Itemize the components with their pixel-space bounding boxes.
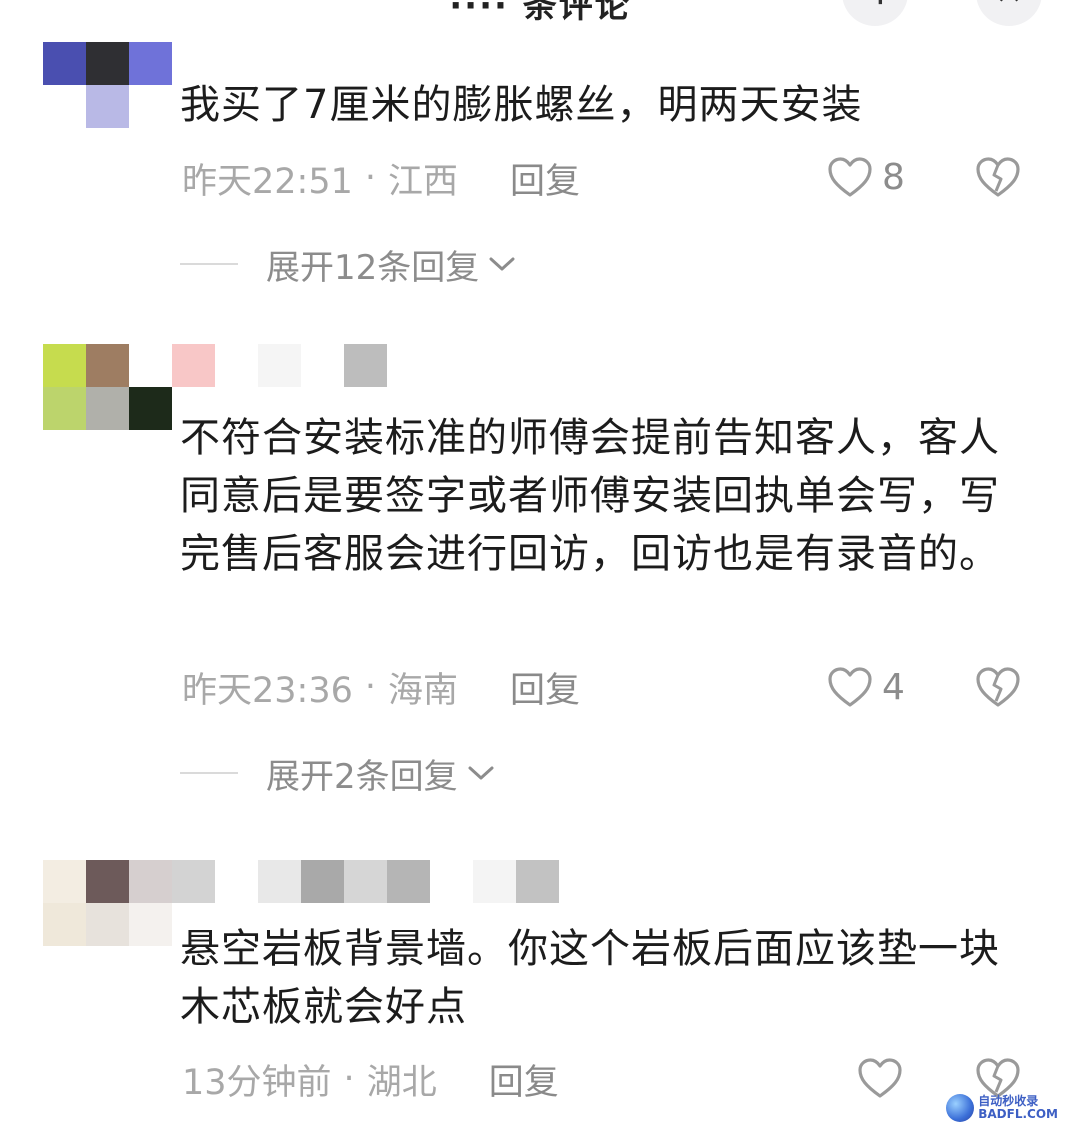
comment-time: 昨天22:51 xyxy=(182,161,353,202)
comment-text: 悬空岩板背景墙。你这个岩板后面应该垫一块木芯板就会好点 xyxy=(180,926,1000,1030)
comment-meta: 13分钟前 · 湖北 回复 xyxy=(182,1057,559,1103)
avatar[interactable] xyxy=(43,42,172,128)
close-icon: ✕ xyxy=(995,0,1024,13)
comment-location: 海南 xyxy=(388,670,459,711)
comment-location: 江西 xyxy=(388,161,459,202)
comment-location: 湖北 xyxy=(366,1062,437,1103)
meta-separator: · xyxy=(364,158,377,198)
divider-line xyxy=(180,263,238,265)
watermark: 自动秒收录 BADFL.COM xyxy=(946,1094,1058,1122)
reply-button[interactable]: 回复 xyxy=(510,662,580,713)
comment-meta: 昨天23:36 · 海南 回复 xyxy=(182,665,580,711)
avatar[interactable] xyxy=(43,860,172,946)
expand-replies-label: 展开12条回复 xyxy=(266,247,480,288)
meta-separator: · xyxy=(343,1059,355,1099)
comment-meta: 昨天22:51 · 江西 回复 xyxy=(182,156,580,202)
avatar[interactable] xyxy=(43,344,172,430)
like-count: 8 xyxy=(882,156,905,198)
reply-button[interactable]: 回复 xyxy=(489,1054,559,1105)
comment-time: 13分钟前 xyxy=(182,1062,332,1103)
heart-icon xyxy=(828,157,872,197)
divider-line xyxy=(180,772,238,774)
comment-text: 不符合安装标准的师傅会提前告知客人，客人同意后是要签字或者师傅安装回执单会写，写… xyxy=(180,415,1000,577)
dislike-button[interactable] xyxy=(974,665,1022,713)
like-button[interactable]: 4 xyxy=(826,665,905,709)
like-count: 4 xyxy=(882,666,905,708)
like-button[interactable] xyxy=(856,1056,904,1100)
chevron-down-icon xyxy=(489,257,515,271)
back-icon: ᒣ xyxy=(865,0,886,13)
comment-panel: ···· 条评论 ᒣ ✕ 我买了7厘米的膨胀螺丝，明两天安装 昨天22:51 ·… xyxy=(0,0,1080,1148)
comment-text: 我买了7厘米的膨胀螺丝，明两天安装 xyxy=(180,82,863,128)
username[interactable] xyxy=(172,344,387,387)
watermark-logo-icon xyxy=(946,1094,975,1122)
chevron-down-icon xyxy=(468,766,494,780)
meta-separator: · xyxy=(364,667,377,707)
watermark-line2: BADFL.COM xyxy=(978,1107,1058,1121)
like-button[interactable]: 8 xyxy=(826,155,905,199)
expand-replies-label: 展开2条回复 xyxy=(266,756,458,797)
watermark-line1: 自动秒收录 xyxy=(978,1094,1039,1108)
broken-heart-icon xyxy=(976,157,1020,197)
expand-replies-button[interactable]: 展开2条回复 xyxy=(180,753,496,797)
username[interactable] xyxy=(172,860,559,903)
reply-button[interactable]: 回复 xyxy=(510,153,580,204)
expand-replies-button[interactable]: 展开12条回复 xyxy=(180,244,517,288)
broken-heart-icon xyxy=(976,667,1020,707)
panel-title: ···· 条评论 xyxy=(449,0,631,26)
heart-icon xyxy=(858,1058,902,1098)
heart-icon xyxy=(828,667,872,707)
comment-time: 昨天23:36 xyxy=(182,670,353,711)
dislike-button[interactable] xyxy=(974,155,1022,203)
